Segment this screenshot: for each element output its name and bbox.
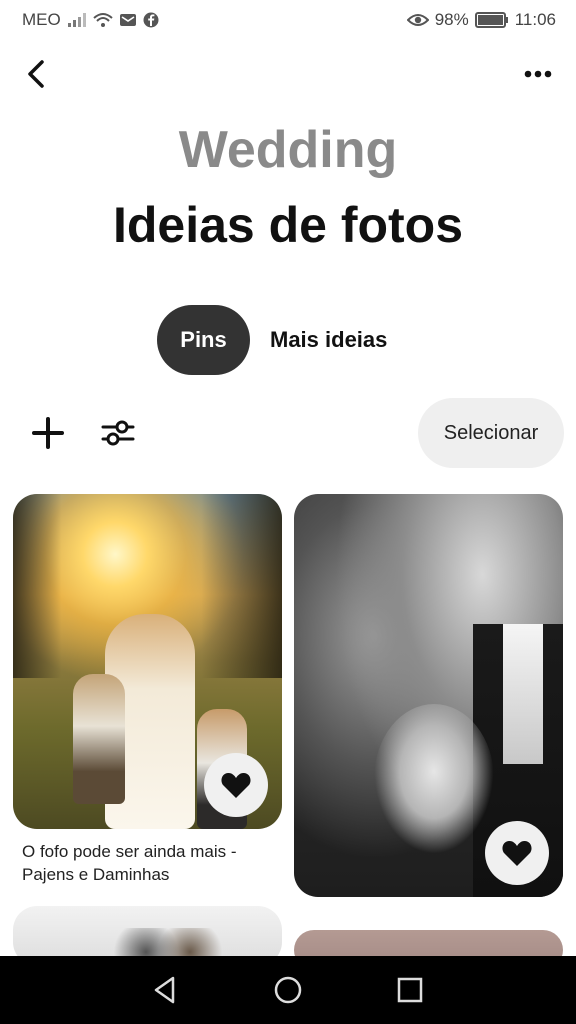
more-dots-icon: [524, 70, 552, 78]
square-recents-icon: [397, 977, 423, 1003]
clock: 11:06: [514, 10, 556, 29]
tab-more-ideas[interactable]: Mais ideias: [270, 305, 387, 375]
save-pin-button[interactable]: [485, 821, 549, 885]
heart-icon: [502, 841, 532, 866]
board-toolbar: Selecionar: [0, 398, 576, 468]
pin-card[interactable]: [13, 494, 282, 829]
triangle-back-icon: [154, 976, 175, 1004]
heart-icon: [221, 773, 251, 798]
sliders-icon: [101, 420, 135, 446]
battery-percent: 98%: [434, 10, 469, 29]
tab-pins[interactable]: Pins: [157, 305, 250, 375]
pin-caption[interactable]: O fofo pode ser ainda mais - Pajens e Da…: [22, 840, 282, 886]
circle-home-icon: [274, 976, 302, 1004]
add-button[interactable]: [28, 413, 68, 453]
system-navigation-bar: [0, 956, 576, 1024]
system-back-button[interactable]: [145, 972, 185, 1008]
more-options-button[interactable]: [518, 56, 558, 92]
back-button[interactable]: [18, 56, 54, 92]
carrier-label: MEO: [22, 10, 61, 29]
plus-icon: [32, 417, 64, 449]
wifi-icon: [93, 12, 113, 28]
pin-card[interactable]: [294, 494, 563, 897]
status-bar: MEO 98% 11:06: [0, 0, 576, 40]
top-bar: [0, 52, 576, 96]
facebook-icon: [143, 12, 159, 28]
signal-icon: [67, 12, 87, 28]
board-title[interactable]: Wedding: [0, 120, 576, 180]
tab-bar: Pins Mais ideias: [157, 305, 387, 375]
chevron-left-icon: [28, 60, 44, 88]
filter-button[interactable]: [98, 413, 138, 453]
eye-icon: [406, 12, 429, 28]
section-title: Ideias de fotos: [112, 197, 464, 253]
mail-icon: [119, 12, 137, 28]
system-home-button[interactable]: [268, 972, 308, 1008]
save-pin-button[interactable]: [204, 753, 268, 817]
system-recents-button[interactable]: [390, 972, 430, 1008]
select-button[interactable]: Selecionar: [418, 398, 564, 468]
pin-image: [374, 704, 494, 854]
battery-icon: [474, 12, 509, 28]
